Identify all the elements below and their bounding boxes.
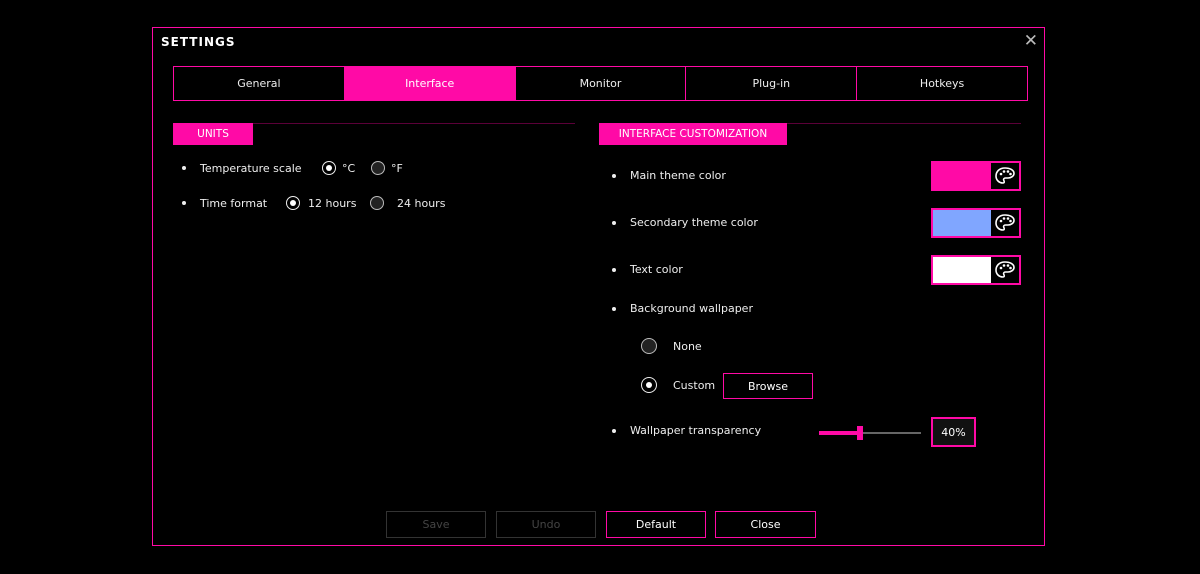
time-format-label: Time format (200, 196, 268, 210)
secondary-theme-row: Secondary theme color (612, 216, 758, 229)
section-divider (253, 123, 575, 124)
section-divider (787, 123, 1021, 124)
palette-icon[interactable] (991, 163, 1019, 189)
background-wallpaper-label: Background wallpaper (630, 302, 753, 315)
close-button[interactable]: Close (715, 511, 816, 538)
celsius-radio[interactable] (322, 161, 336, 175)
bullet (612, 428, 616, 433)
tab-general[interactable]: General (173, 66, 345, 101)
units-header-label: UNITS (173, 123, 253, 145)
text-color-row: Text color (612, 263, 683, 276)
wallpaper-transparency-label: Wallpaper transparency (630, 424, 762, 437)
undo-button[interactable]: Undo (496, 511, 596, 538)
units-section-header: UNITS (173, 123, 575, 145)
24-hours-radio[interactable] (370, 196, 384, 210)
temperature-scale-label: Temperature scale (200, 161, 302, 175)
palette-icon[interactable] (991, 210, 1019, 236)
fahrenheit-label: °F (391, 161, 403, 175)
bullet (182, 201, 186, 205)
text-color-picker[interactable] (931, 255, 1021, 285)
12-hours-label: 12 hours (308, 196, 357, 210)
tab-monitor[interactable]: Monitor (514, 66, 687, 101)
bullet (612, 267, 616, 272)
tab-bar: General Interface Monitor Plug-in Hotkey… (173, 66, 1028, 101)
slider-thumb[interactable] (856, 426, 863, 440)
close-icon[interactable]: ✕ (1024, 31, 1038, 51)
secondary-theme-color-picker[interactable] (931, 208, 1021, 238)
text-color-label: Text color (630, 263, 683, 276)
wallpaper-custom-radio[interactable] (641, 377, 657, 393)
browse-button[interactable]: Browse (723, 373, 813, 399)
temperature-scale-row: Temperature scale °C °F (182, 161, 403, 175)
24-hours-label: 24 hours (397, 196, 446, 210)
bullet (612, 220, 616, 225)
tab-interface[interactable]: Interface (343, 66, 516, 101)
interface-header-label: INTERFACE CUSTOMIZATION (599, 123, 787, 145)
text-color-swatch (933, 257, 991, 283)
background-wallpaper-row: Background wallpaper (612, 302, 753, 315)
palette-icon[interactable] (991, 257, 1019, 283)
bullet (612, 306, 616, 311)
save-button[interactable]: Save (386, 511, 486, 538)
wallpaper-custom-row: Custom (641, 377, 715, 393)
settings-window: SETTINGS ✕ General Interface Monitor Plu… (152, 27, 1045, 546)
transparency-slider[interactable] (819, 426, 921, 440)
main-theme-label: Main theme color (630, 169, 726, 182)
time-format-row: Time format 12 hours 24 hours (182, 196, 445, 210)
tab-hotkeys[interactable]: Hotkeys (856, 66, 1028, 101)
12-hours-radio[interactable] (286, 196, 300, 210)
slider-fill (819, 431, 860, 435)
wallpaper-none-row: None (641, 338, 702, 354)
default-button[interactable]: Default (606, 511, 706, 538)
secondary-theme-swatch (933, 210, 991, 236)
wallpaper-custom-label: Custom (673, 378, 716, 392)
secondary-theme-label: Secondary theme color (630, 216, 758, 229)
wallpaper-none-radio[interactable] (641, 338, 657, 354)
wallpaper-transparency-row: Wallpaper transparency (612, 424, 761, 437)
transparency-value[interactable]: 40% (931, 417, 976, 447)
fahrenheit-radio[interactable] (371, 161, 385, 175)
bullet (612, 173, 616, 178)
main-theme-color-picker[interactable] (931, 161, 1021, 191)
bullet (182, 166, 186, 170)
main-theme-swatch (933, 163, 991, 189)
main-theme-row: Main theme color (612, 169, 726, 182)
celsius-label: °C (342, 161, 356, 175)
interface-section-header: INTERFACE CUSTOMIZATION (599, 123, 1021, 145)
wallpaper-none-label: None (673, 339, 702, 353)
window-title: SETTINGS (161, 35, 236, 49)
tab-plug-in[interactable]: Plug-in (685, 66, 858, 101)
